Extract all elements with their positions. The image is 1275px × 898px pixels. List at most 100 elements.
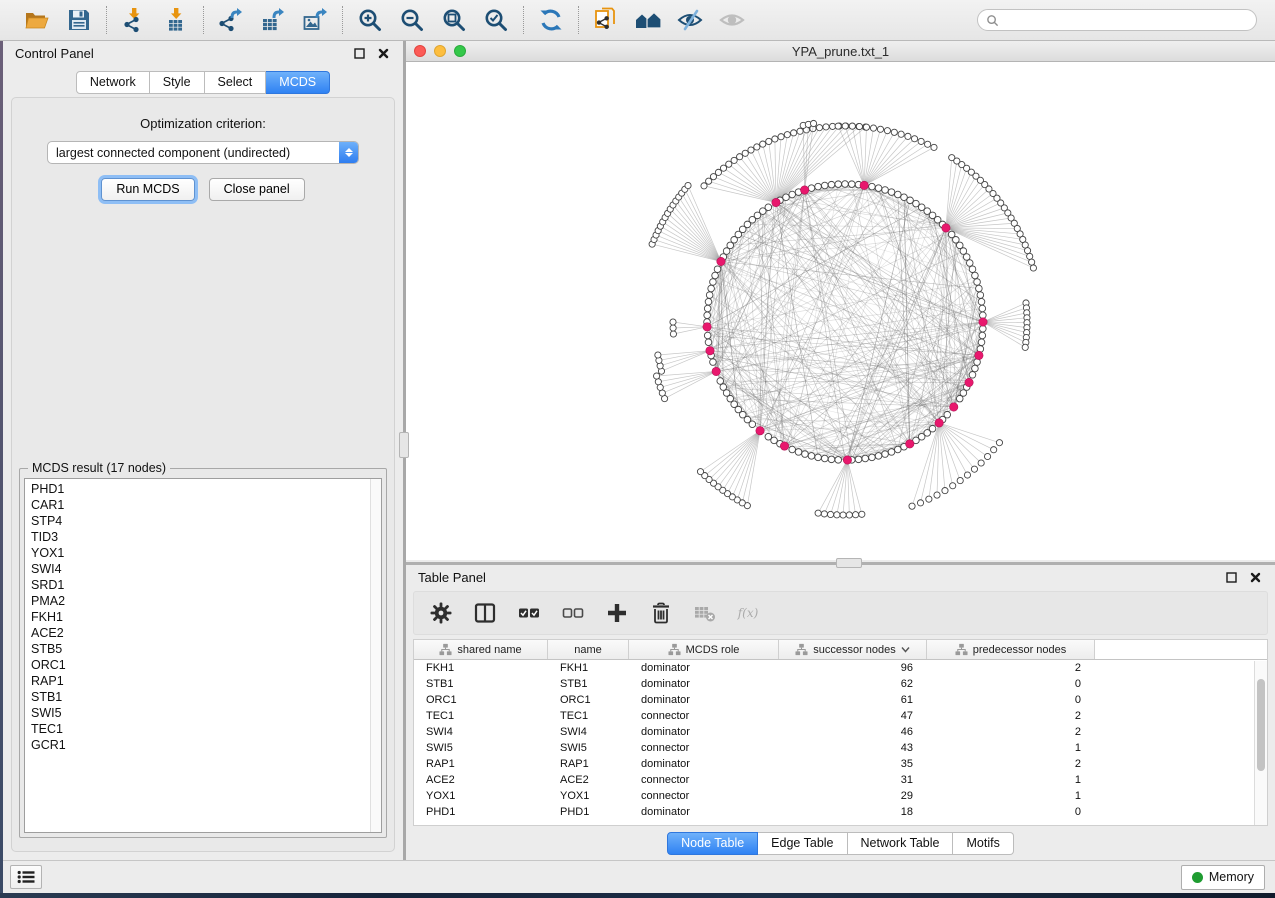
cell-successor-nodes[interactable]: 61 <box>779 694 927 706</box>
cell-MCDS-role[interactable]: dominator <box>629 678 779 690</box>
cell-name[interactable]: PHD1 <box>548 806 629 818</box>
mcds-result-item[interactable]: STB1 <box>31 689 370 705</box>
cell-shared-name[interactable]: FKH1 <box>414 662 548 674</box>
cell-predecessor-nodes[interactable]: 2 <box>927 710 1095 722</box>
table-row[interactable]: ACE2ACE2connector311 <box>414 772 1267 788</box>
open-session-icon[interactable] <box>22 5 52 35</box>
cell-successor-nodes[interactable]: 46 <box>779 726 927 738</box>
cell-successor-nodes[interactable]: 62 <box>779 678 927 690</box>
table-scrollbar[interactable] <box>1254 661 1267 825</box>
cell-successor-nodes[interactable]: 43 <box>779 742 927 754</box>
table-row[interactable]: STB1STB1dominator620 <box>414 676 1267 692</box>
table-row[interactable]: PHD1PHD1dominator180 <box>414 804 1267 820</box>
cell-name[interactable]: FKH1 <box>548 662 629 674</box>
hide-selected-eye-slash-icon[interactable] <box>675 5 705 35</box>
add-plus-icon[interactable] <box>604 600 630 626</box>
table-row[interactable]: FKH1FKH1dominator962 <box>414 660 1267 676</box>
table-row[interactable]: ORC1ORC1dominator610 <box>414 692 1267 708</box>
vertical-splitter-handle[interactable] <box>399 432 409 458</box>
cell-successor-nodes[interactable]: 35 <box>779 758 927 770</box>
mcds-result-item[interactable]: RAP1 <box>31 673 370 689</box>
tab-mcds[interactable]: MCDS <box>266 71 330 94</box>
mcds-result-item[interactable]: GCR1 <box>31 737 370 753</box>
cell-predecessor-nodes[interactable]: 1 <box>927 790 1095 802</box>
cell-successor-nodes[interactable]: 18 <box>779 806 927 818</box>
export-network-icon[interactable] <box>216 5 246 35</box>
table-scrollbar-thumb[interactable] <box>1257 679 1265 771</box>
mcds-result-item[interactable]: ACE2 <box>31 625 370 641</box>
cell-shared-name[interactable]: PHD1 <box>414 806 548 818</box>
tab-select[interactable]: Select <box>205 71 267 94</box>
import-table-icon[interactable] <box>161 5 191 35</box>
mcds-result-item[interactable]: TID3 <box>31 529 370 545</box>
clear-selection-checks-icon[interactable] <box>560 600 586 626</box>
tab-node-table[interactable]: Node Table <box>667 832 758 855</box>
minimize-window-traffic-icon[interactable] <box>434 45 446 57</box>
cell-shared-name[interactable]: ORC1 <box>414 694 548 706</box>
mcds-result-item[interactable]: FKH1 <box>31 609 370 625</box>
cell-name[interactable]: STB1 <box>548 678 629 690</box>
column-header-name[interactable]: name <box>548 640 629 659</box>
cell-predecessor-nodes[interactable]: 0 <box>927 806 1095 818</box>
delete-trash-icon[interactable] <box>648 600 674 626</box>
cell-shared-name[interactable]: RAP1 <box>414 758 548 770</box>
cell-name[interactable]: TEC1 <box>548 710 629 722</box>
cell-shared-name[interactable]: SWI5 <box>414 742 548 754</box>
maximize-window-traffic-icon[interactable] <box>454 45 466 57</box>
refresh-layout-icon[interactable] <box>536 5 566 35</box>
memory-button[interactable]: Memory <box>1181 865 1265 890</box>
cell-predecessor-nodes[interactable]: 2 <box>927 662 1095 674</box>
tab-style[interactable]: Style <box>150 71 205 94</box>
cell-predecessor-nodes[interactable]: 2 <box>927 726 1095 738</box>
network-window-titlebar[interactable]: YPA_prune.txt_1 <box>406 41 1275 62</box>
network-canvas[interactable] <box>406 62 1275 560</box>
mcds-result-item[interactable]: PMA2 <box>31 593 370 609</box>
import-network-icon[interactable] <box>119 5 149 35</box>
column-header-predecessor-nodes[interactable]: predecessor nodes <box>927 640 1095 659</box>
cell-successor-nodes[interactable]: 47 <box>779 710 927 722</box>
cell-predecessor-nodes[interactable]: 0 <box>927 694 1095 706</box>
criterion-dropdown[interactable]: largest connected component (undirected) <box>47 141 359 164</box>
mcds-result-item[interactable]: STP4 <box>31 513 370 529</box>
cell-MCDS-role[interactable]: connector <box>629 774 779 786</box>
search-box[interactable] <box>977 9 1257 31</box>
close-window-traffic-icon[interactable] <box>414 45 426 57</box>
cell-shared-name[interactable]: SWI4 <box>414 726 548 738</box>
mcds-result-item[interactable]: ORC1 <box>31 657 370 673</box>
node-table[interactable]: shared namenameMCDS rolesuccessor nodesp… <box>413 639 1268 826</box>
cell-successor-nodes[interactable]: 31 <box>779 774 927 786</box>
run-mcds-button[interactable]: Run MCDS <box>101 178 194 201</box>
cell-shared-name[interactable]: STB1 <box>414 678 548 690</box>
cell-name[interactable]: SWI5 <box>548 742 629 754</box>
mcds-result-item[interactable]: CAR1 <box>31 497 370 513</box>
export-image-icon[interactable] <box>300 5 330 35</box>
column-header-successor-nodes[interactable]: successor nodes <box>779 640 927 659</box>
cell-name[interactable]: YOX1 <box>548 790 629 802</box>
mcds-result-item[interactable]: YOX1 <box>31 545 370 561</box>
table-row[interactable]: TEC1TEC1connector472 <box>414 708 1267 724</box>
cell-name[interactable]: ORC1 <box>548 694 629 706</box>
close-panel-icon[interactable] <box>375 45 391 61</box>
cell-name[interactable]: ACE2 <box>548 774 629 786</box>
cell-MCDS-role[interactable]: dominator <box>629 806 779 818</box>
zoom-in-icon[interactable] <box>355 5 385 35</box>
cell-name[interactable]: SWI4 <box>548 726 629 738</box>
cell-predecessor-nodes[interactable]: 2 <box>927 758 1095 770</box>
task-history-button[interactable] <box>10 865 42 889</box>
mcds-result-item[interactable]: SWI4 <box>31 561 370 577</box>
mcds-result-item[interactable]: PHD1 <box>31 481 370 497</box>
cell-MCDS-role[interactable]: connector <box>629 710 779 722</box>
close-panel-button[interactable]: Close panel <box>209 178 305 201</box>
houses-icon[interactable] <box>633 5 663 35</box>
cell-MCDS-role[interactable]: connector <box>629 742 779 754</box>
table-row[interactable]: YOX1YOX1connector291 <box>414 788 1267 804</box>
search-input[interactable] <box>999 13 1248 27</box>
cell-predecessor-nodes[interactable]: 0 <box>927 678 1095 690</box>
table-row[interactable]: RAP1RAP1dominator352 <box>414 756 1267 772</box>
mcds-result-item[interactable]: TEC1 <box>31 721 370 737</box>
cell-successor-nodes[interactable]: 29 <box>779 790 927 802</box>
column-header-shared-name[interactable]: shared name <box>414 640 548 659</box>
cell-predecessor-nodes[interactable]: 1 <box>927 774 1095 786</box>
cell-MCDS-role[interactable]: dominator <box>629 758 779 770</box>
export-table-icon[interactable] <box>258 5 288 35</box>
